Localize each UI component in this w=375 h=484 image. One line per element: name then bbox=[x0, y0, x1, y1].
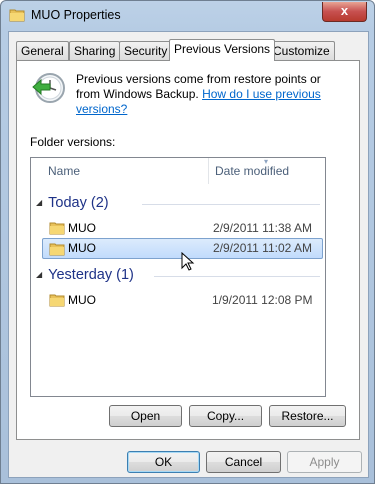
properties-window: MUO Properties x General Sharing Securit… bbox=[0, 0, 375, 484]
column-header-date-modified[interactable]: Date modified bbox=[215, 158, 289, 184]
folder-icon bbox=[49, 243, 65, 256]
restore-button[interactable]: Restore... bbox=[269, 405, 346, 427]
close-button[interactable]: x bbox=[322, 2, 367, 22]
group-header-today[interactable]: ◢ Today (2) bbox=[36, 193, 320, 213]
group-header-yesterday[interactable]: ◢ Yesterday (1) bbox=[36, 265, 320, 285]
group-label: Today (2) bbox=[48, 195, 109, 211]
copy-button[interactable]: Copy... bbox=[189, 405, 262, 427]
previous-versions-panel: Previous versions come from restore poin… bbox=[16, 60, 360, 440]
folder-versions-list[interactable]: Name ▾ Date modified ◢ Today (2) MUO 2/9/… bbox=[30, 157, 326, 397]
group-divider bbox=[154, 276, 320, 277]
title-bar[interactable]: MUO Properties x bbox=[1, 1, 374, 31]
system-restore-icon bbox=[32, 73, 65, 103]
collapse-triangle-icon[interactable]: ◢ bbox=[36, 270, 42, 279]
item-date: 2/9/2011 11:02 AM bbox=[213, 241, 312, 255]
window-title: MUO Properties bbox=[31, 8, 121, 22]
dialog-body: General Sharing Security Previous Versio… bbox=[8, 31, 369, 478]
tab-customize[interactable]: Customize bbox=[268, 41, 335, 60]
folder-versions-label: Folder versions: bbox=[30, 135, 116, 149]
tab-sharing[interactable]: Sharing bbox=[69, 41, 121, 60]
tab-previous-versions[interactable]: Previous Versions bbox=[169, 39, 276, 61]
apply-button[interactable]: Apply bbox=[287, 451, 362, 473]
ok-button[interactable]: OK bbox=[127, 451, 200, 473]
list-item[interactable]: MUO 1/9/2011 12:08 PM bbox=[43, 290, 322, 310]
folder-icon bbox=[9, 9, 25, 22]
folder-icon bbox=[49, 294, 65, 307]
cancel-button[interactable]: Cancel bbox=[206, 451, 281, 473]
folder-icon bbox=[49, 222, 65, 235]
column-header-name[interactable]: Name bbox=[48, 158, 80, 184]
group-label: Yesterday (1) bbox=[48, 267, 134, 283]
tab-general[interactable]: General bbox=[16, 41, 69, 60]
open-button[interactable]: Open bbox=[109, 405, 182, 427]
collapse-triangle-icon[interactable]: ◢ bbox=[36, 198, 42, 207]
item-name: MUO bbox=[68, 241, 96, 255]
intro-text: Previous versions come from restore poin… bbox=[76, 72, 348, 117]
tab-security[interactable]: Security bbox=[119, 41, 173, 60]
item-name: MUO bbox=[68, 293, 96, 307]
group-divider bbox=[142, 204, 320, 205]
item-date: 2/9/2011 11:38 AM bbox=[213, 221, 312, 235]
list-item[interactable]: MUO 2/9/2011 11:38 AM bbox=[43, 218, 322, 238]
column-separator[interactable] bbox=[208, 158, 209, 184]
item-name: MUO bbox=[68, 221, 96, 235]
item-date: 1/9/2011 12:08 PM bbox=[212, 293, 313, 307]
